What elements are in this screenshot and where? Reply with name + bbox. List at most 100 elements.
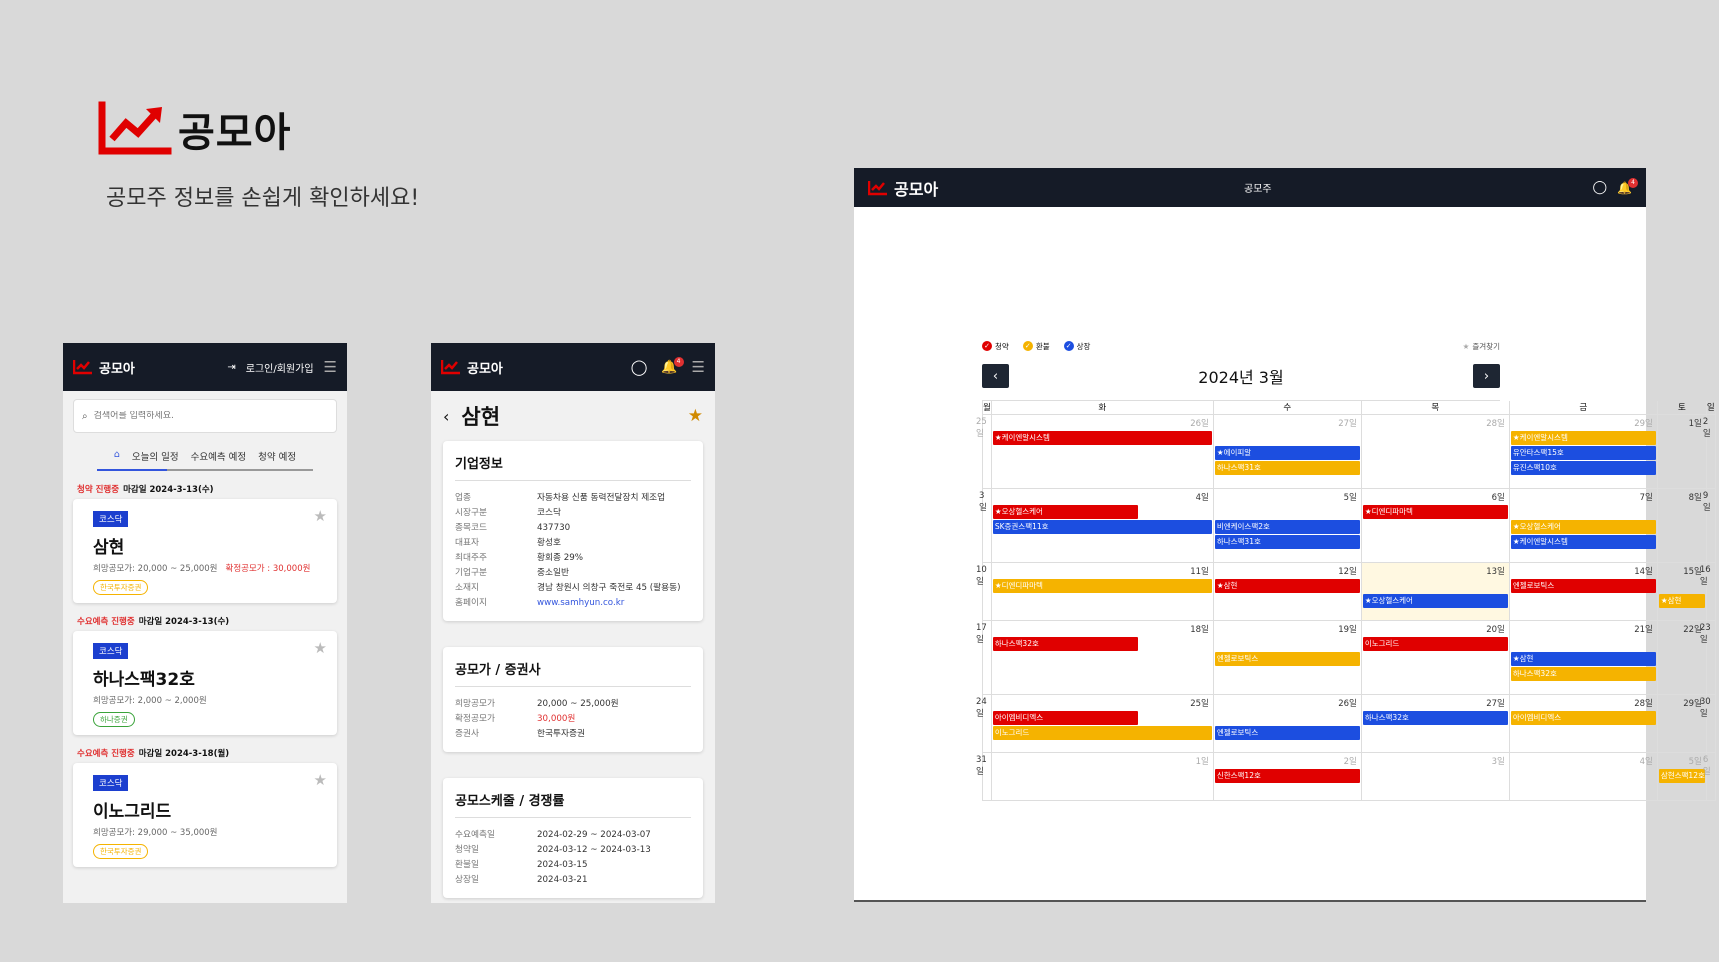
calendar-event[interactable]: ★디엔디파마텍 (992, 579, 1212, 593)
calendar-event[interactable]: 신한스팩12호 (1214, 769, 1360, 783)
calendar-event[interactable]: 엔젤로보틱스 (1214, 726, 1360, 740)
ipo-card[interactable]: 코스닥 이노그리드 희망공모가: 29,000 ~ 35,000원 한국투자증권 ★ (73, 763, 337, 867)
calendar-day[interactable]: 29일 ★케이엔알시스템 유안타스팩15호 유진스팩10호 (1509, 415, 1658, 489)
ipo-card[interactable]: 코스닥 삼현 희망공모가: 20,000 ~ 25,000원 확정공모가 : 30,0… (73, 499, 337, 603)
calendar-day[interactable]: 2일 (1703, 415, 1716, 489)
favorite-star-icon[interactable]: ★ (688, 406, 703, 426)
calendar-day[interactable]: 16일 (1700, 563, 1716, 621)
calendar-day[interactable]: 7일 ★오상헬스케어 ★케이엔알시스템 (1509, 489, 1658, 563)
calendar-event[interactable]: 이노그리드 (992, 726, 1212, 740)
prev-month-button[interactable]: ‹ (982, 364, 1009, 388)
calendar-day[interactable]: 19일 엔젤로보틱스 (1213, 621, 1362, 695)
legend-refund[interactable]: ✓ 환불 (1022, 341, 1050, 352)
calendar-event[interactable]: SK증권스팩11호 (992, 520, 1212, 534)
bell-icon[interactable]: 🔔 4 (1617, 177, 1638, 195)
calendar-day[interactable]: 6일 (1703, 753, 1716, 801)
calendar-event[interactable]: 하나스팩32호 (1510, 667, 1656, 681)
calendar-event[interactable]: ★삼현 (1658, 594, 1705, 608)
calendar-event[interactable]: 하나스팩31호 (1214, 461, 1360, 475)
calendar-day[interactable]: 27일 하나스팩32호 (1361, 695, 1510, 753)
calendar-event[interactable]: ★삼현 (1510, 652, 1656, 666)
favorite-star-icon[interactable]: ★ (314, 507, 327, 525)
calendar-event[interactable]: 비엔케이스팩2호 (1214, 520, 1360, 534)
calendar-event[interactable]: 하나스팩32호 (1362, 711, 1508, 725)
nav-ipo[interactable]: 공모주 (1244, 180, 1272, 195)
calendar-day[interactable]: 25일 아이엠비디엑스 이노그리드 (991, 695, 1214, 753)
calendar-day[interactable]: 25일 (976, 415, 992, 489)
calendar-day[interactable]: 17일 (976, 621, 992, 695)
user-icon[interactable]: ◯ (631, 358, 648, 376)
calendar-day[interactable]: 2일 신한스팩12호 (1213, 753, 1362, 801)
login-signup-link[interactable]: 로그인/회원가입 (246, 360, 314, 375)
calendar-day[interactable]: 11일 ★디엔디파마텍 (991, 563, 1214, 621)
calendar-event[interactable]: 아이엠비디엑스 (1510, 711, 1656, 725)
calendar-day[interactable]: 28일 (1361, 415, 1510, 489)
calendar-day[interactable]: 21일 ★삼현 하나스팩32호 (1509, 621, 1658, 695)
calendar-event[interactable]: 유안타스팩15호 (1510, 446, 1656, 460)
calendar-event[interactable]: 엔젤로보틱스 (1214, 652, 1360, 666)
tab-demand-forecast[interactable]: 수요예측 예정 (191, 449, 246, 463)
calendar-day[interactable]: 26일 ★케이엔알시스템 (991, 415, 1214, 489)
calendar-event[interactable]: ★케이엔알시스템 (1510, 535, 1656, 549)
calendar-day[interactable]: 13일 ★오상헬스케어 (1361, 563, 1510, 621)
favorite-star-icon[interactable]: ★ (314, 639, 327, 657)
ipo-card[interactable]: 코스닥 하나스팩32호 희망공모가: 2,000 ~ 2,000원 하나증권 ★ (73, 631, 337, 735)
info-value[interactable]: www.samhyun.co.kr (537, 596, 691, 611)
calendar-event[interactable]: 하나스팩31호 (1214, 535, 1360, 549)
calendar-day[interactable]: 1일 (1657, 415, 1707, 489)
calendar-day[interactable]: 3일 (979, 489, 992, 563)
calendar-day[interactable]: 4일 (1509, 753, 1658, 801)
tab-subscription[interactable]: 청약 예정 (258, 449, 296, 463)
calendar-event[interactable]: ★케이엔알시스템 (1510, 431, 1656, 445)
calendar-event[interactable]: 엔젤로보틱스 (1510, 579, 1656, 593)
bell-icon[interactable]: 🔔 4 (661, 356, 684, 375)
search-input[interactable] (93, 411, 294, 421)
tab-today[interactable]: 오늘의 일정 (132, 449, 179, 463)
calendar-day[interactable]: 31일 (976, 753, 992, 801)
calendar-event[interactable]: 유진스팩10호 (1510, 461, 1656, 475)
calendar-event[interactable]: 하나스팩32호 (992, 637, 1138, 651)
calendar-event[interactable]: ★에이피알 (1214, 446, 1360, 460)
calendar-event[interactable]: ★오상헬스케어 (1510, 520, 1656, 534)
calendar-day[interactable]: 18일 하나스팩32호 (991, 621, 1214, 695)
calendar-day[interactable]: 23일 (1700, 621, 1716, 695)
calendar-event[interactable]: 이노그리드 (1362, 637, 1508, 651)
calendar-day[interactable]: 4일 ★오상헬스케어 SK증권스팩11호 (991, 489, 1214, 563)
mobile-brand[interactable]: 공모아 (99, 358, 135, 377)
calendar-day[interactable]: 1일 (991, 753, 1214, 801)
menu-icon[interactable]: ☰ (324, 358, 337, 376)
calendar-day[interactable]: 10일 (976, 563, 992, 621)
calendar-day[interactable]: 5일 삼현스팩12호 (1657, 753, 1707, 801)
favorites-toggle[interactable]: ★ 즐겨찾기 (1463, 341, 1500, 352)
calendar-day[interactable]: 24일 (976, 695, 992, 753)
calendar-event[interactable]: ★케이엔알시스템 (992, 431, 1212, 445)
calendar-day[interactable]: 6일 ★디엔디파마텍 (1361, 489, 1510, 563)
calendar-event[interactable]: 아이엠비디엑스 (992, 711, 1138, 725)
next-month-button[interactable]: › (1473, 364, 1500, 388)
calendar-day[interactable]: 27일 ★에이피알 하나스팩31호 (1213, 415, 1362, 489)
legend-listing[interactable]: ✓ 상장 (1063, 341, 1090, 352)
mobile-brand[interactable]: 공모아 (467, 358, 503, 377)
calendar-event[interactable]: ★오상헬스케어 (1362, 594, 1508, 608)
calendar-day[interactable]: 3일 (1361, 753, 1510, 801)
back-icon[interactable]: ‹ (443, 407, 449, 426)
calendar-event[interactable]: 삼현스팩12호 (1658, 769, 1705, 783)
calendar-day[interactable]: 5일 비엔케이스팩2호 하나스팩31호 (1213, 489, 1362, 563)
calendar-day[interactable]: 26일 엔젤로보틱스 (1213, 695, 1362, 753)
favorite-star-icon[interactable]: ★ (314, 771, 327, 789)
calendar-day[interactable]: 30일 (1700, 695, 1716, 753)
legend-subscription[interactable]: ✓ 청약 (982, 341, 1009, 352)
calendar-event[interactable]: ★디엔디파마텍 (1362, 505, 1508, 519)
user-icon[interactable]: ◯ (1592, 180, 1607, 195)
calendar-day[interactable]: 14일 엔젤로보틱스 (1509, 563, 1658, 621)
calendar-event[interactable]: ★오상헬스케어 (992, 505, 1138, 519)
home-icon[interactable]: ⌂ (114, 449, 120, 463)
desktop-brand[interactable]: 공모아 (894, 176, 938, 200)
calendar-day[interactable]: 12일 ★삼현 (1213, 563, 1362, 621)
calendar-day[interactable]: 9일 (1703, 489, 1716, 563)
calendar-day[interactable]: 20일 이노그리드 (1361, 621, 1510, 695)
calendar-event[interactable]: ★삼현 (1214, 579, 1360, 593)
calendar-day[interactable]: 28일 아이엠비디엑스 (1509, 695, 1658, 753)
menu-icon[interactable]: ☰ (692, 358, 705, 376)
calendar-day[interactable]: 8일 (1657, 489, 1707, 563)
